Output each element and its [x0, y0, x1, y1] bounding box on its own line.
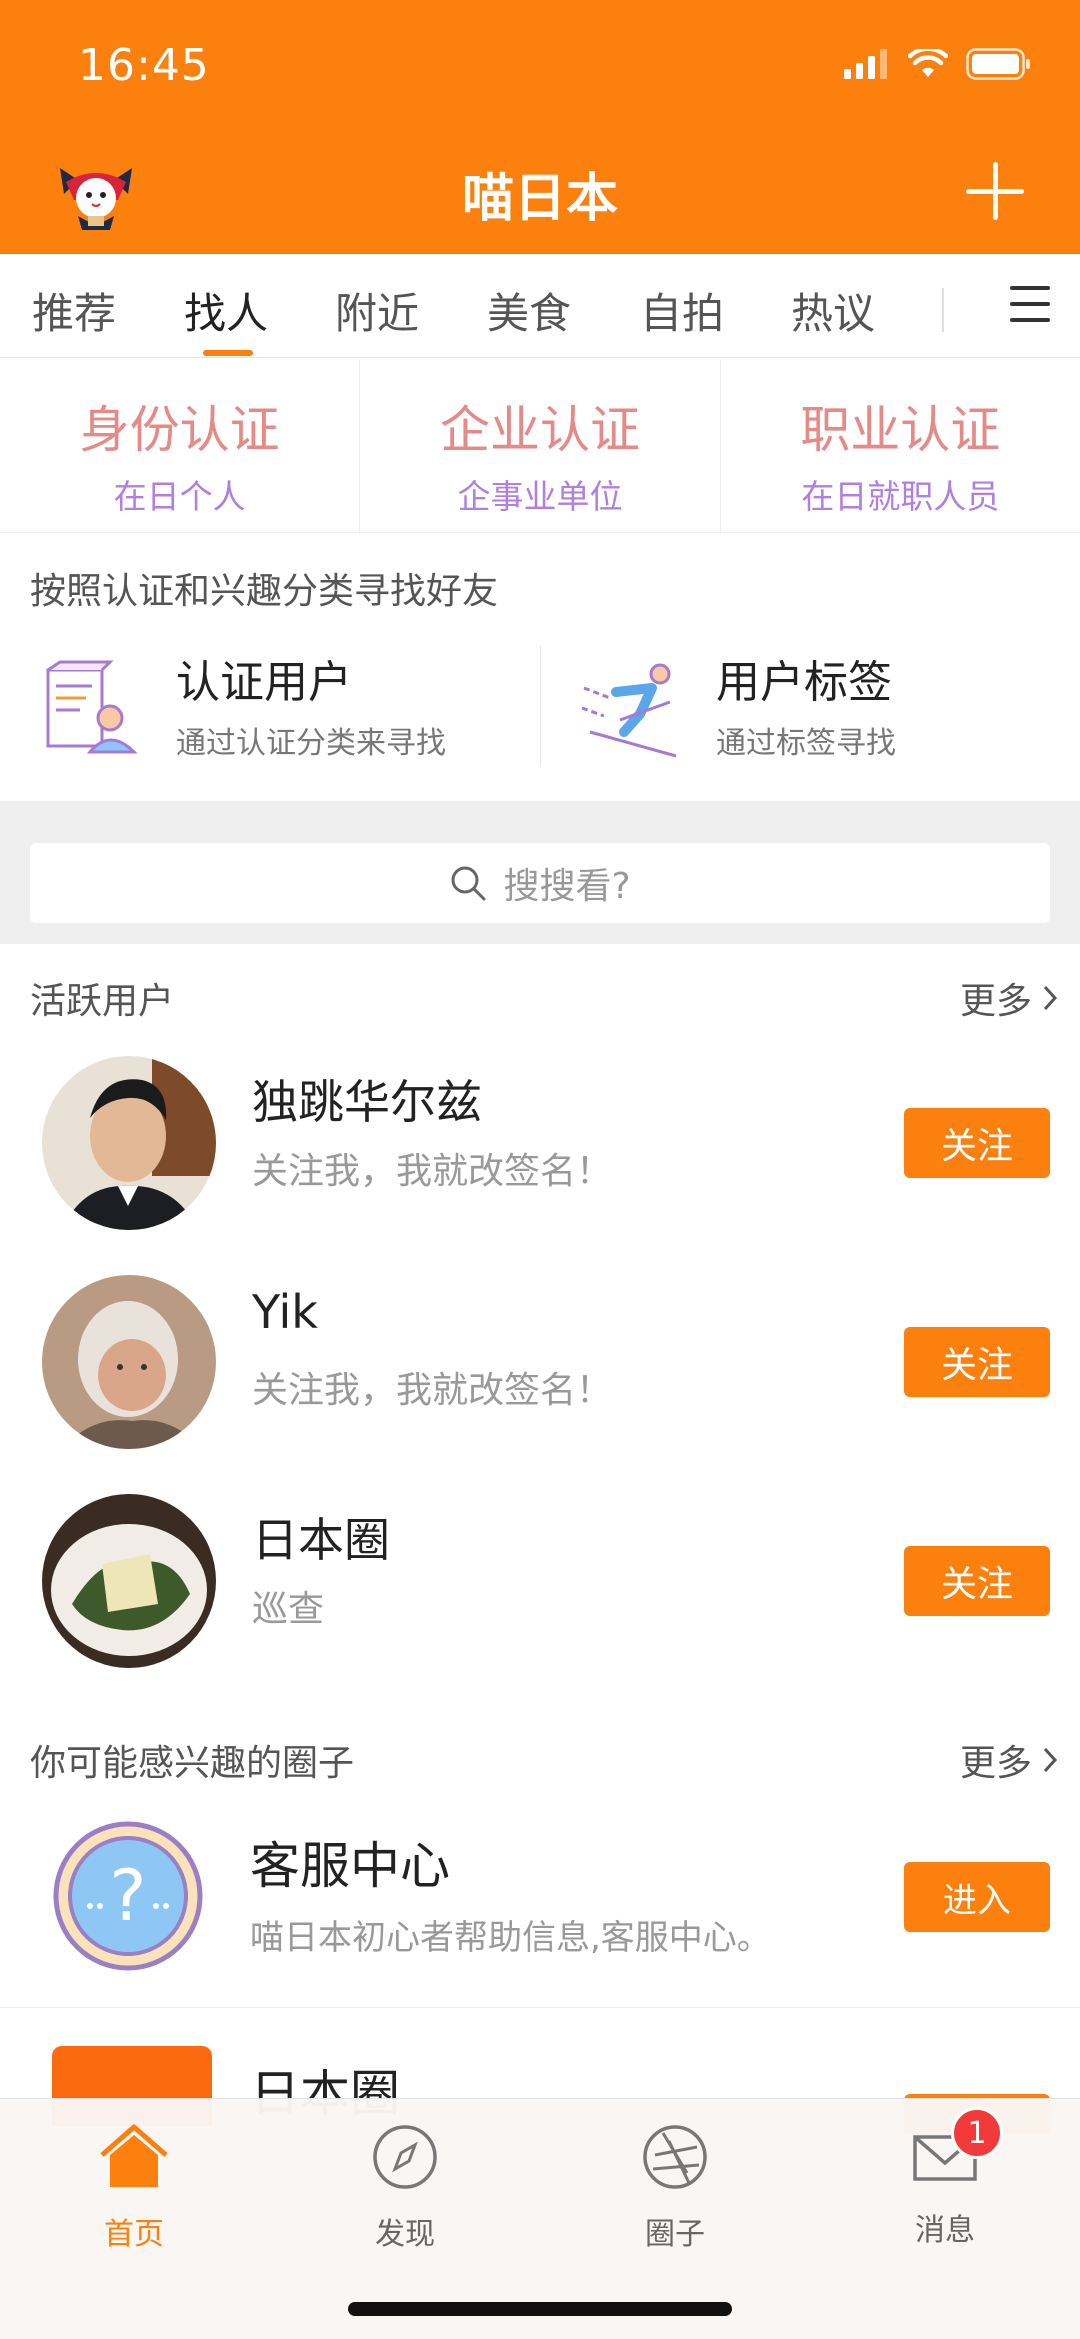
more-label: 更多: [959, 981, 1032, 1022]
nav-label: 首页: [104, 2217, 164, 2252]
verified-users-entry[interactable]: 认证用户 通过认证分类来寻找: [40, 640, 520, 770]
category-title: 用户标签: [716, 657, 892, 708]
follow-button[interactable]: 关注: [904, 1546, 1050, 1616]
tab-find-people[interactable]: 找人: [184, 280, 268, 341]
menu-icon[interactable]: [1010, 286, 1050, 322]
chevron-right-icon: [1043, 1747, 1058, 1773]
verification-row: 身份认证 在日个人 企业认证 企事业单位 职业认证 在日就职人员: [0, 360, 1080, 533]
mail-icon-wrap: 1: [909, 2107, 1003, 2193]
user-name: Yik: [252, 1285, 318, 1339]
circles-heading: 你可能感兴趣的圈子: [30, 1743, 355, 1784]
category-row: 认证用户 通过认证分类来寻找 用户标签 通过标签寻找: [0, 640, 1080, 770]
help-center-icon: ?: [53, 1821, 203, 1971]
aperture-icon: [643, 2125, 707, 2189]
verify-title: 企业认证: [439, 401, 640, 459]
more-label: 更多: [959, 1743, 1032, 1784]
verify-subtitle: 在日就职人员: [801, 477, 1000, 516]
battery-icon: [966, 48, 1030, 80]
tab-food[interactable]: 美食: [487, 280, 571, 341]
compass-icon: [373, 2125, 437, 2189]
category-divider: [540, 646, 541, 766]
circles-more-link[interactable]: 更多: [960, 1734, 1058, 1786]
identity-verification[interactable]: 身份认证 在日个人: [0, 360, 359, 532]
status-icons: [844, 48, 1032, 80]
category-subtitle: 通过认证分类来寻找: [176, 726, 446, 761]
verify-title: 身份认证: [79, 401, 280, 459]
nav-messages[interactable]: 1 消息: [875, 2107, 1015, 2249]
search-placeholder: 搜搜看?: [503, 866, 631, 907]
chevron-right-icon: [1043, 985, 1058, 1011]
user-row[interactable]: 独跳华尔兹 关注我，我就改签名！ 关注: [0, 1056, 1080, 1256]
user-tags-entry[interactable]: 用户标签 通过标签寻找: [580, 640, 1040, 770]
nav-label: 发现: [375, 2217, 435, 2252]
nav-home[interactable]: 首页: [64, 2121, 204, 2253]
user-name: 独跳华尔兹: [252, 1075, 482, 1129]
search-icon: [451, 866, 486, 901]
active-users-heading: 活跃用户: [30, 981, 175, 1022]
enterprise-verification[interactable]: 企业认证 企事业单位: [359, 360, 719, 532]
nav-label: 消息: [915, 2213, 975, 2248]
verify-subtitle: 企事业单位: [457, 477, 623, 516]
status-time: 16:45: [78, 40, 210, 91]
user-row[interactable]: Yik 关注我，我就改签名！ 关注: [0, 1275, 1080, 1475]
tab-nearby[interactable]: 附近: [335, 280, 419, 341]
circle-title: 客服中心: [250, 1837, 450, 1895]
unread-badge: 1: [951, 2107, 1003, 2159]
page-title: 喵日本: [461, 169, 618, 229]
home-icon: [100, 2124, 168, 2187]
active-users-more-link[interactable]: 更多: [960, 972, 1058, 1024]
user-signature: 关注我，我就改签名！: [252, 1370, 613, 1411]
circle-description: 喵日本初心者帮助信息,客服中心。: [250, 1918, 771, 1958]
active-tab-indicator: [203, 350, 253, 356]
category-title: 认证用户: [176, 657, 352, 708]
nav-label: 圈子: [645, 2217, 705, 2252]
category-tabs: 推荐 找人 附近 美食 自拍 热议: [0, 254, 1080, 358]
wifi-icon: [908, 49, 948, 77]
tab-selfie[interactable]: 自拍: [640, 280, 724, 341]
search-section: 搜搜看?: [0, 801, 1080, 944]
user-name: 日本圈: [252, 1513, 390, 1567]
search-input[interactable]: 搜搜看?: [30, 843, 1050, 923]
svg-text:?: ?: [109, 1855, 146, 1937]
user-avatar[interactable]: [42, 1275, 216, 1449]
follow-button[interactable]: 关注: [904, 1327, 1050, 1397]
certificate-user-icon: [46, 660, 138, 754]
enter-button[interactable]: 进入: [904, 1862, 1050, 1932]
tab-recommend[interactable]: 推荐: [32, 280, 116, 341]
professional-verification[interactable]: 职业认证 在日就职人员: [719, 360, 1080, 532]
nav-circles[interactable]: 圈子: [605, 2121, 745, 2253]
circle-item[interactable]: ? 客服中心 喵日本初心者帮助信息,客服中心。 进入: [0, 1816, 1080, 2008]
tab-overflow-edge: [942, 288, 952, 332]
tab-hot[interactable]: 热议: [791, 280, 875, 341]
nav-discover[interactable]: 发现: [335, 2121, 475, 2253]
top-bar: 16:45 喵日本: [0, 0, 1080, 254]
verify-title: 职业认证: [800, 401, 1001, 459]
add-button[interactable]: [962, 158, 1028, 224]
category-subtitle: 通过标签寻找: [716, 726, 896, 761]
follow-button[interactable]: 关注: [904, 1108, 1050, 1178]
user-avatar[interactable]: [42, 1494, 216, 1668]
user-signature: 巡查: [252, 1589, 325, 1630]
home-indicator: [348, 2302, 732, 2316]
user-signature: 关注我，我就改签名！: [252, 1151, 613, 1192]
user-row[interactable]: 日本圈 巡查 关注: [0, 1494, 1080, 1694]
user-avatar[interactable]: [42, 1056, 216, 1230]
signal-icon: [844, 49, 887, 79]
skier-icon: [581, 663, 677, 758]
category-heading: 按照认证和兴趣分类寻找好友: [30, 571, 499, 612]
verify-subtitle: 在日个人: [113, 477, 246, 516]
